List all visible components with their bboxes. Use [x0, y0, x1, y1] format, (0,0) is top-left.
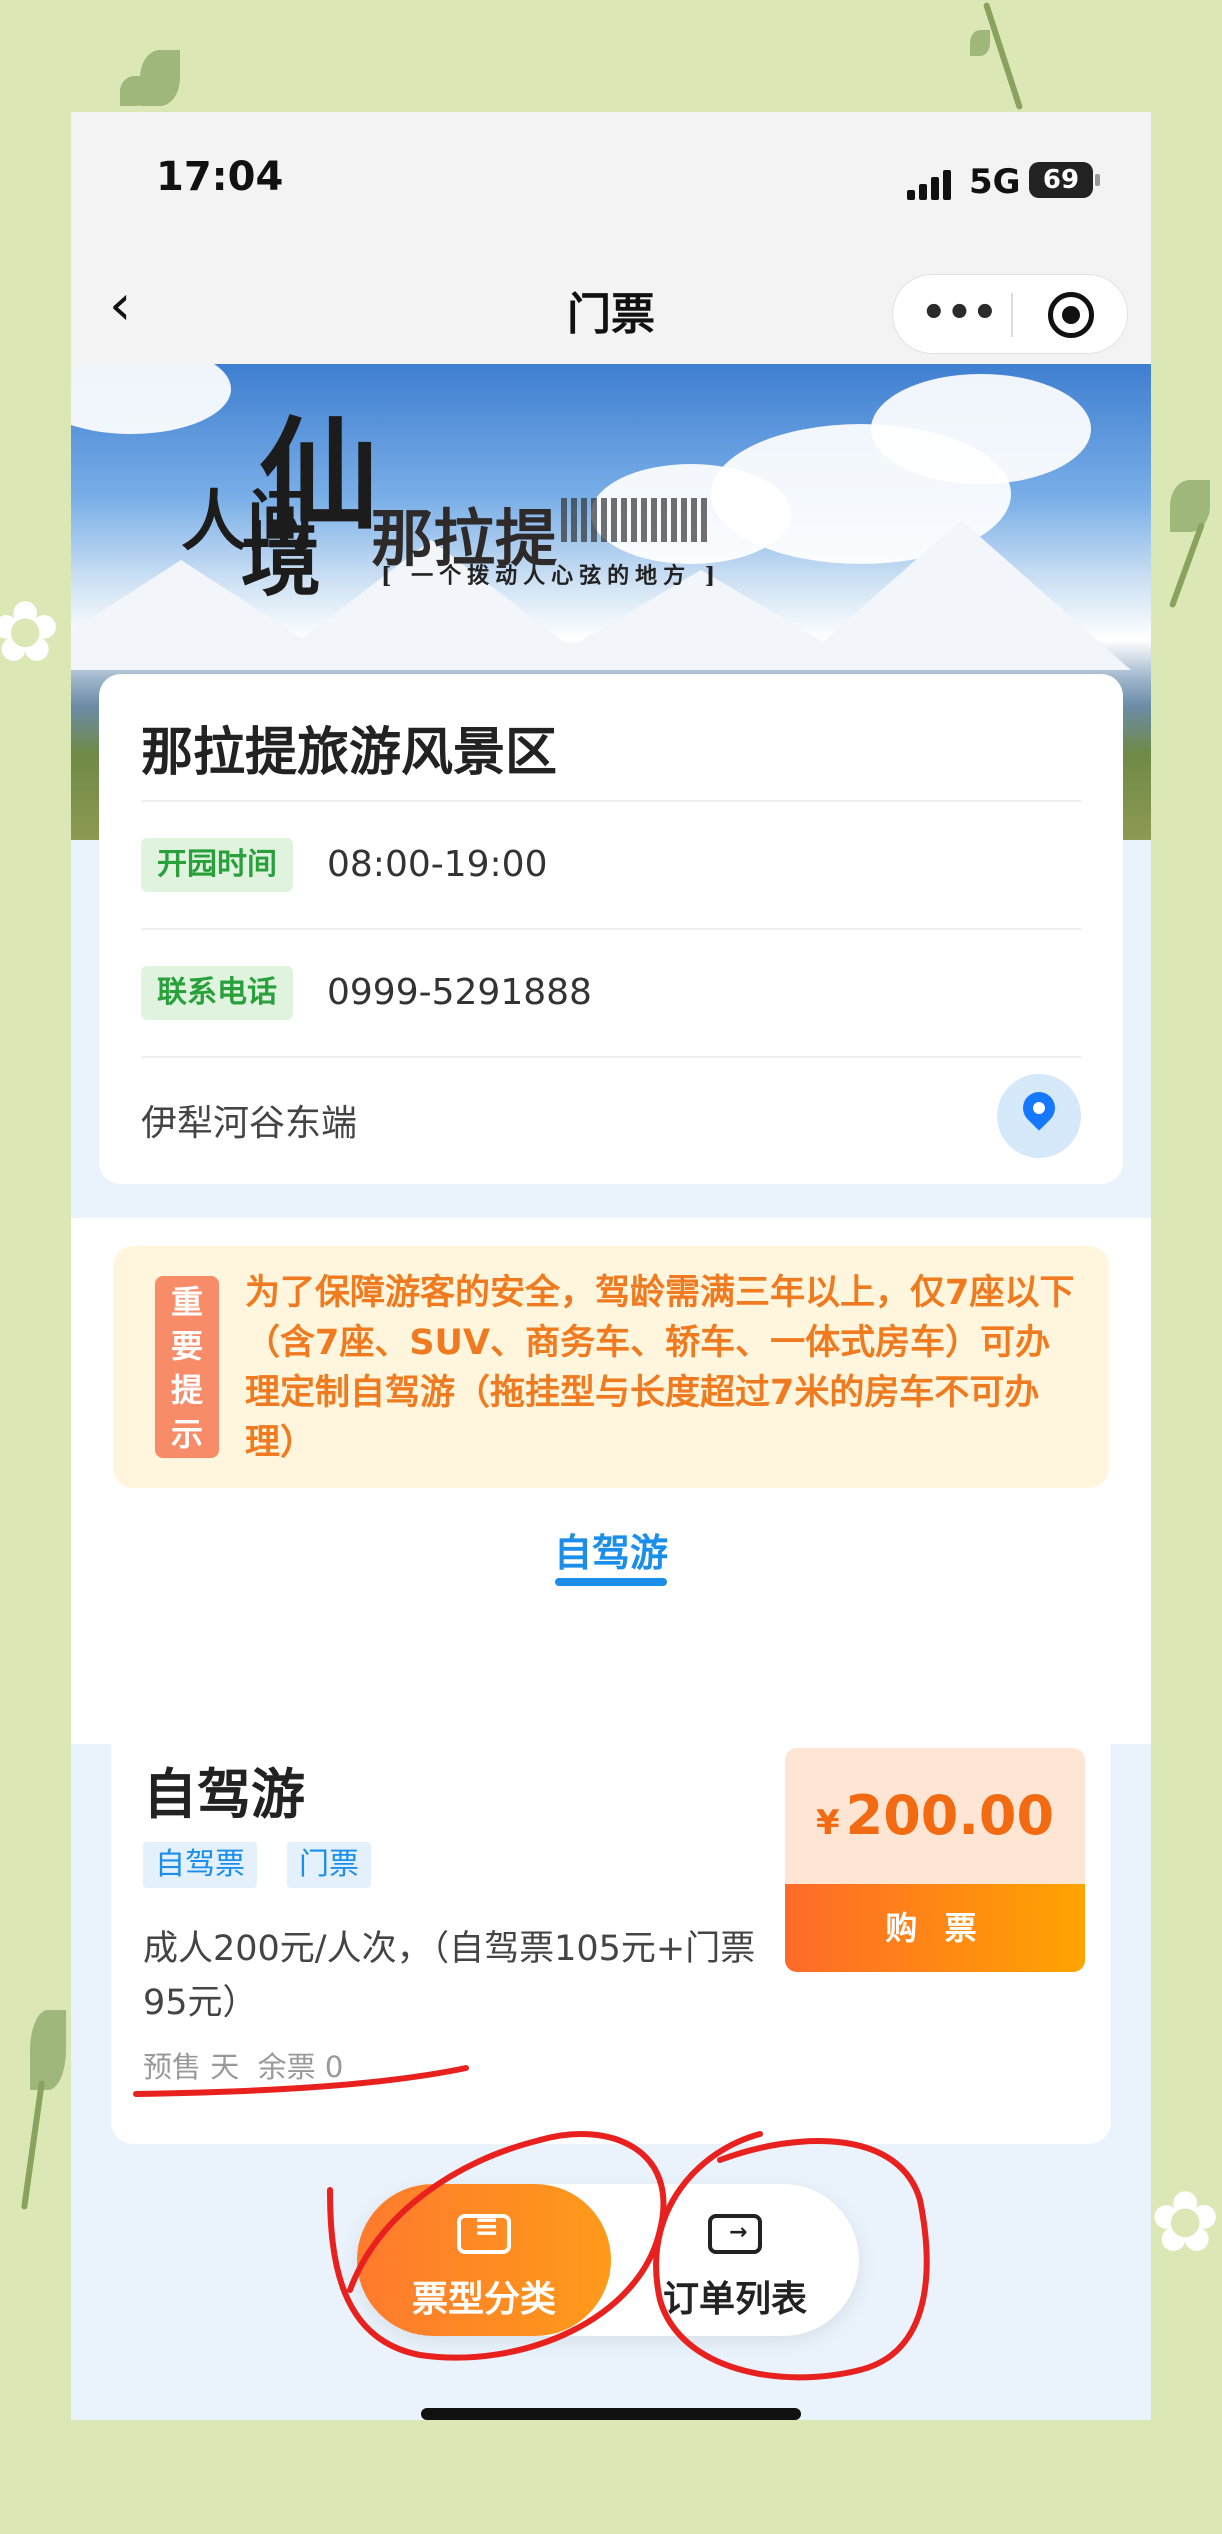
banner-text-jing: 境: [241, 513, 321, 607]
capsule-divider: [1011, 293, 1013, 337]
notice-text: 为了保障游客的安全，驾龄需满三年以上，仅7座以下（含7座、SUV、商务车、轿车、…: [245, 1273, 1075, 1463]
home-indicator: [421, 2408, 801, 2420]
bottom-floating-nav: 票型分类 订单列表: [357, 2184, 859, 2336]
order-list-icon: [708, 2214, 762, 2254]
status-bar: 17:04 5G 69: [71, 112, 1151, 252]
decorative-flower-right: ✿: [1150, 2173, 1221, 2271]
status-time: 17:04: [156, 154, 284, 200]
divider: [141, 1056, 1081, 1058]
open-time-value: 08:00-19:00: [327, 844, 548, 885]
order-list-label: 订单列表: [662, 2279, 807, 2320]
location-pin-icon: [1016, 1085, 1062, 1131]
signal-icon: [907, 168, 953, 200]
ticket-category-label: 票型分类: [411, 2279, 556, 2320]
ticket-name: 自驾游: [143, 1763, 305, 1826]
nav-bar: ‹ 门票 •••: [71, 252, 1151, 364]
decorative-plant-top-right: [960, 0, 1040, 112]
banner-slogan: [ 一个拨动人心弦的地方 ]: [381, 563, 722, 589]
address-text: 伊犁河谷东端: [141, 1103, 358, 1144]
divider: [141, 928, 1081, 930]
important-notice: 重 要 提 示 为了保障游客的安全，驾龄需满三年以上，仅7座以下（含7座、SUV…: [113, 1246, 1109, 1488]
notice-badge-char: 要: [170, 1327, 203, 1365]
notice-badge-char: 重: [170, 1283, 203, 1321]
open-time-label: 开园时间: [141, 838, 293, 892]
ticket-tag: 自驾票: [143, 1842, 257, 1888]
price-currency: ¥: [815, 1803, 840, 1843]
network-type: 5G: [969, 162, 1021, 202]
battery-level: 69: [1042, 165, 1080, 195]
target-icon[interactable]: [1048, 292, 1094, 338]
decorative-plant-bottom-left: [20, 2010, 70, 2210]
location-button[interactable]: [997, 1074, 1081, 1158]
ticket-price: ¥200.00: [785, 1784, 1085, 1847]
scenic-info-card: 那拉提旅游风景区 开园时间 08:00-19:00 联系电话 0999-5291…: [99, 674, 1123, 1184]
price-amount: 200.00: [845, 1784, 1055, 1847]
mini-program-capsule: •••: [892, 274, 1128, 354]
buy-ticket-button[interactable]: 购 票: [785, 1884, 1085, 1972]
divider: [141, 800, 1081, 802]
notice-badge-char: 提: [170, 1371, 203, 1409]
tab-active-indicator: [555, 1578, 667, 1586]
ticket-category-button[interactable]: 票型分类: [357, 2184, 611, 2336]
ticket-description: 成人200元/人次，（自驾票105元+门票95元）: [143, 1929, 756, 2023]
price-box: ¥200.00: [785, 1748, 1085, 1884]
notice-badge: 重 要 提 示: [155, 1276, 219, 1458]
decorative-flower-left: ✿: [0, 583, 61, 681]
ticket-presale-stock: 预售 天 余票 0: [143, 2050, 344, 2084]
notice-badge-char: 示: [170, 1415, 203, 1453]
phone-value[interactable]: 0999-5291888: [327, 972, 592, 1013]
ticket-card: 自驾游 自驾票 门票 成人200元/人次，（自驾票105元+门票95元） 预售 …: [111, 1694, 1111, 2144]
notice-section: 重 要 提 示 为了保障游客的安全，驾龄需满三年以上，仅7座以下（含7座、SUV…: [71, 1218, 1151, 1744]
phone-label: 联系电话: [141, 966, 293, 1020]
tab-self-drive[interactable]: 自驾游: [71, 1522, 1151, 1577]
ellipsis-icon[interactable]: •••: [921, 293, 998, 333]
banner-subtitle-glyphs: [561, 498, 711, 542]
order-list-button[interactable]: 订单列表: [611, 2184, 859, 2336]
scenic-name: 那拉提旅游风景区: [141, 723, 558, 783]
decorative-plant-right: [1160, 470, 1222, 610]
ticket-category-icon: [457, 2209, 511, 2254]
phone-screen: 17:04 5G 69 ‹ 门票 ••• 人间 仙 境 那拉提 [ 一个拨动人心…: [71, 112, 1151, 2420]
ticket-tag: 门票: [287, 1842, 371, 1888]
decorative-plant-top-left: [120, 40, 200, 120]
battery-icon: 69: [1029, 162, 1100, 198]
